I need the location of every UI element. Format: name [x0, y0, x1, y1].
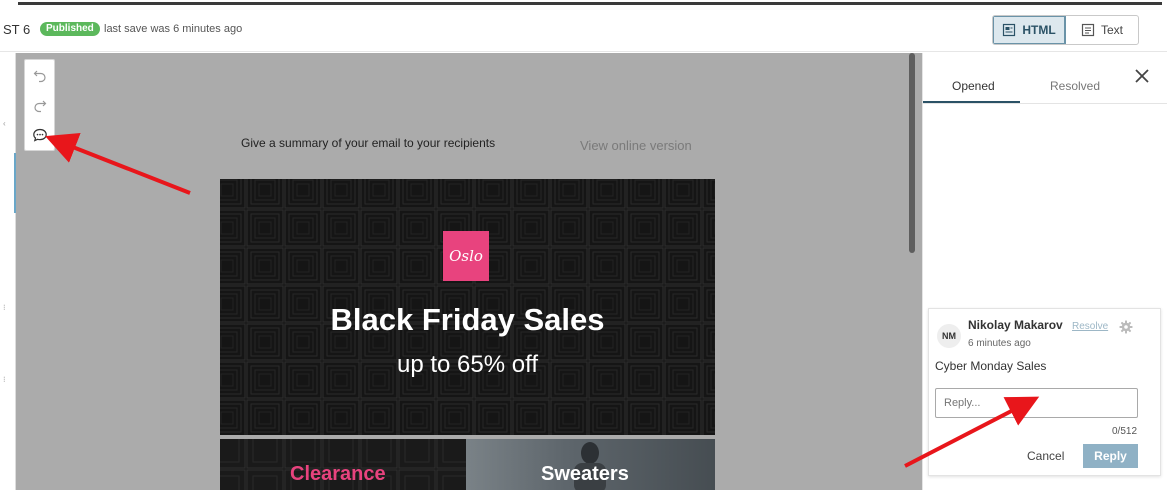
- email-preheader[interactable]: Give a summary of your email to your rec…: [241, 136, 495, 150]
- comment-icon[interactable]: [32, 127, 48, 143]
- text-doc-icon: [1081, 23, 1095, 37]
- comment-text: Cyber Monday Sales: [935, 359, 1047, 373]
- comment-card: NM Nikolay Makarov 6 minutes ago Resolve…: [928, 308, 1161, 476]
- avatar: NM: [937, 324, 961, 348]
- comment-time: 6 minutes ago: [968, 338, 1031, 349]
- comment-author: Nikolay Makarov: [968, 318, 1063, 332]
- product-tiles: Clearance Sweaters: [220, 439, 715, 490]
- view-online-link[interactable]: View online version: [580, 138, 692, 153]
- reply-button[interactable]: Reply: [1083, 444, 1138, 468]
- text-mode-button[interactable]: Text: [1066, 16, 1138, 44]
- undo-icon[interactable]: [32, 67, 48, 83]
- sweaters-tile[interactable]: Sweaters: [466, 439, 715, 490]
- active-tab-indicator: [923, 101, 1020, 103]
- hero-banner[interactable]: Oslo Black Friday Sales up to 65% off: [220, 179, 715, 435]
- text-mode-label: Text: [1100, 23, 1123, 37]
- editor-toolbox: [24, 59, 55, 151]
- clearance-label: Clearance: [290, 463, 386, 485]
- reply-input[interactable]: [935, 388, 1138, 418]
- gear-icon[interactable]: [1119, 320, 1133, 334]
- close-icon[interactable]: [1133, 67, 1151, 85]
- brand-logo: Oslo: [443, 231, 489, 281]
- comments-panel: Opened Resolved NM Nikolay Makarov 6 min…: [922, 53, 1167, 490]
- campaign-title: ST 6: [3, 22, 31, 37]
- sweaters-label: Sweaters: [541, 463, 629, 485]
- comments-tabs: Opened Resolved: [923, 53, 1167, 104]
- tab-opened[interactable]: Opened: [952, 79, 995, 93]
- cancel-button[interactable]: Cancel: [1027, 449, 1064, 463]
- redo-icon[interactable]: [32, 97, 48, 113]
- status-badge: Published: [40, 22, 100, 36]
- canvas-scrollbar[interactable]: [909, 53, 915, 253]
- left-sidebar-edge: ‹ ⁝ ⁝: [0, 53, 16, 490]
- html-mode-label: HTML: [1022, 23, 1056, 37]
- html-layout-icon: [1003, 23, 1016, 37]
- clearance-tile[interactable]: Clearance: [220, 439, 466, 490]
- hero-subtitle: up to 65% off: [397, 351, 538, 378]
- tab-resolved[interactable]: Resolved: [1050, 79, 1100, 93]
- character-counter: 0/512: [1112, 426, 1138, 437]
- editor-header: ST 6 Published last save was 6 minutes a…: [0, 6, 1167, 52]
- save-status: last save was 6 minutes ago: [104, 23, 243, 35]
- html-mode-button[interactable]: HTML: [993, 16, 1066, 44]
- hero-title: Black Friday Sales: [330, 302, 605, 337]
- resolve-link[interactable]: Resolve: [1072, 321, 1108, 332]
- mode-toggle: HTML Text: [992, 15, 1139, 45]
